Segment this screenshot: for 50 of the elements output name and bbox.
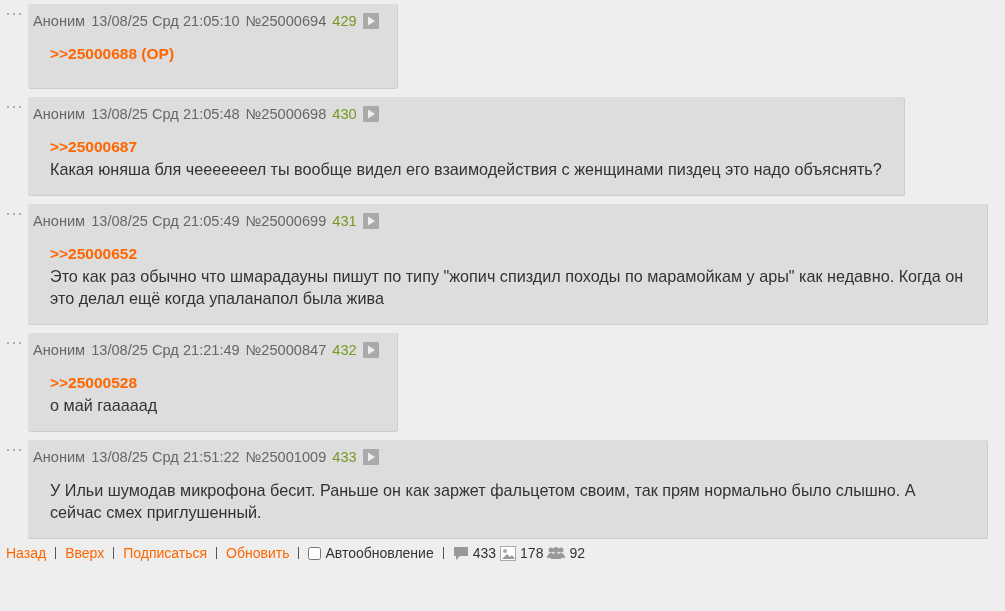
post-date: 13/08/25 Срд 21:05:49 xyxy=(91,213,240,229)
footer-link[interactable]: Обновить xyxy=(226,545,290,561)
posters-count: 92 xyxy=(569,545,585,561)
post-text: Это как раз обычно что шмарадауны пишут по типу "жопич спиздил походы по марамойкам у ары" как недавно. Когда он это делал ещё когда упаланапол была жива xyxy=(50,266,965,309)
posts-count: 433 xyxy=(472,545,497,561)
post-number[interactable]: №25000847 xyxy=(245,342,327,358)
post-text: о май гааааад xyxy=(50,395,159,416)
play-icon[interactable] xyxy=(362,13,379,29)
speech-bubble-icon xyxy=(452,545,469,561)
more-icon[interactable] xyxy=(6,341,22,345)
play-icon[interactable] xyxy=(362,449,379,465)
image-icon xyxy=(500,545,517,561)
more-icon[interactable] xyxy=(6,448,22,452)
post-author: Аноним xyxy=(33,449,86,465)
reply-link[interactable]: >>25000652 xyxy=(50,245,138,262)
more-icon[interactable] xyxy=(6,105,22,109)
more-icon[interactable] xyxy=(6,212,22,216)
footer-link[interactable]: Назад xyxy=(6,545,47,561)
post-index: 432 xyxy=(332,342,357,358)
play-icon[interactable] xyxy=(362,106,379,122)
images-count: 178 xyxy=(520,545,544,561)
post-date: 13/08/25 Срд 21:21:49 xyxy=(91,342,240,358)
footer-link[interactable]: Вверх xyxy=(65,545,105,561)
auto-update-label: Автообновление xyxy=(325,545,434,561)
reply-link[interactable]: >>25000687 xyxy=(50,138,138,155)
post-date: 13/08/25 Срд 21:05:48 xyxy=(91,106,240,122)
play-icon[interactable] xyxy=(362,213,379,229)
play-icon[interactable] xyxy=(362,342,379,358)
auto-update-checkbox[interactable] xyxy=(308,546,322,560)
post-number[interactable]: №25000694 xyxy=(245,13,327,29)
post-text: У Ильи шумодав микрофона бесит. Раньше он как заржет фальцетом своим, так прям нормально было слышно. А сейчас смех приглушенный. xyxy=(50,480,917,523)
post-text: Какая юняша бля чееееееел ты вообще видел его взаимодействия с женщинами пиздец это надо объяснять? xyxy=(50,159,882,180)
post-index: 430 xyxy=(332,106,357,122)
post-number[interactable]: №25000698 xyxy=(245,106,327,122)
post-index: 431 xyxy=(332,213,357,229)
post-number[interactable]: №25001009 xyxy=(245,449,327,465)
reply-link[interactable]: >>25000688 (OP) xyxy=(50,45,175,62)
post-author: Аноним xyxy=(33,13,86,29)
post-date: 13/08/25 Срд 21:51:22 xyxy=(91,449,240,465)
more-icon[interactable] xyxy=(6,12,22,16)
post-date: 13/08/25 Срд 21:05:10 xyxy=(91,13,240,29)
post-number[interactable]: №25000699 xyxy=(245,213,327,229)
footer-link[interactable]: Подписаться xyxy=(123,545,208,561)
reply-link[interactable]: >>25000528 xyxy=(50,374,138,391)
post-author: Аноним xyxy=(33,213,86,229)
post-index: 433 xyxy=(332,449,357,465)
people-icon xyxy=(547,546,566,560)
post-author: Аноним xyxy=(33,106,86,122)
post-author: Аноним xyxy=(33,342,86,358)
post-index: 429 xyxy=(332,13,357,29)
